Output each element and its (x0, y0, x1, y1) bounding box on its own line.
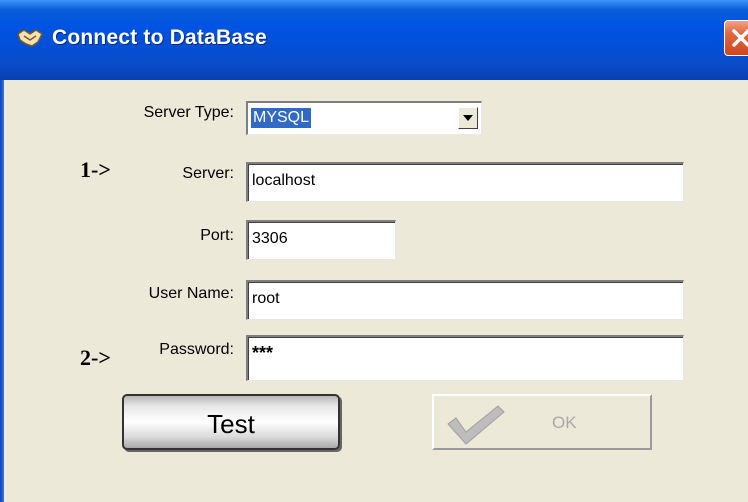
connect-dialog: Connect to DataBase Server Type: MYSQL 1… (0, 0, 748, 502)
chevron-down-icon (463, 115, 473, 121)
password-label: Password: (159, 341, 234, 358)
password-input[interactable]: *** (246, 335, 684, 381)
ok-button[interactable]: OK (432, 394, 652, 450)
close-button[interactable] (724, 20, 748, 56)
window-title: Connect to DataBase (52, 26, 268, 49)
server-label: Server: (182, 165, 234, 182)
user-name-input[interactable]: root (246, 280, 684, 320)
port-input[interactable]: 3306 (246, 220, 396, 260)
dropdown-button[interactable] (458, 107, 478, 129)
checkmark-icon (447, 405, 505, 445)
port-label: Port: (200, 227, 234, 244)
ok-button-label: OK (552, 413, 577, 432)
server-type-select[interactable]: MYSQL (246, 101, 482, 135)
title-bar[interactable]: Connect to DataBase (0, 0, 748, 80)
handshake-icon (17, 29, 43, 47)
server-input[interactable]: localhost (246, 162, 684, 202)
server-type-label: Server Type: (143, 104, 234, 121)
close-icon (732, 29, 748, 47)
test-button[interactable]: Test (122, 394, 340, 450)
user-name-label: User Name: (148, 285, 234, 302)
server-type-value: MYSQL (251, 108, 312, 128)
test-button-label: Test (207, 409, 255, 439)
